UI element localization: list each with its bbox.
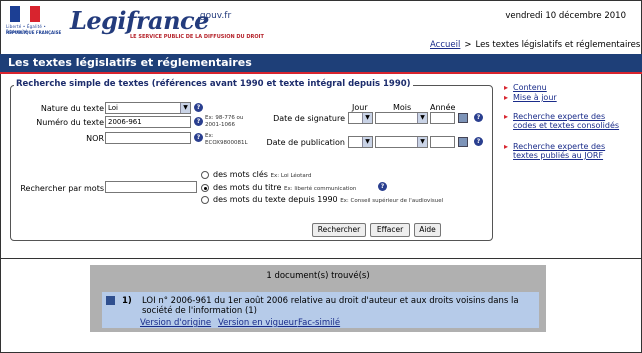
nature-value: Loi (108, 104, 119, 112)
republique-name: RÉPUBLIQUE FRANÇAISE (6, 30, 62, 35)
results-panel: 1 document(s) trouvé(s) 1) LOI n° 2006-9… (90, 265, 546, 332)
col-jour: Jour (352, 103, 368, 112)
dropdown-arrow-icon: ▼ (362, 137, 372, 147)
nor-hint: Ex: ECOX9800081L (205, 133, 248, 146)
site-logo[interactable]: Legifrance (70, 6, 209, 35)
republique-logo: Liberté • Égalité • Fraternité RÉPUBLIQU… (6, 6, 63, 40)
dropdown-arrow-icon: ▼ (417, 113, 427, 123)
result-number: 1) (122, 296, 132, 306)
radio-mots-titre[interactable] (201, 184, 209, 192)
calendar-icon[interactable] (458, 113, 468, 123)
link-version-origine[interactable]: Version d'origine (140, 318, 211, 328)
nor-input[interactable] (105, 132, 191, 144)
nor-label: NOR (86, 134, 104, 143)
document-icon (106, 296, 115, 305)
result-title-link[interactable]: LOI n° 2006-961 du 1er août 2006 relativ… (142, 296, 538, 316)
breadcrumb-current: Les textes législatifs et réglementaires (475, 40, 641, 50)
signature-label: Date de signature (273, 114, 345, 123)
menu-mise-a-jour[interactable]: Mise à jour (504, 93, 557, 102)
radio-mots-titre-label: des mots du titre Ex: liberté communicat… (213, 183, 357, 192)
menu-expert-codes[interactable]: Recherche experte descodes et textes con… (504, 112, 619, 130)
signature-mois-select[interactable]: ▼ (375, 112, 428, 124)
site-tagline: LE SERVICE PUBLIC DE LA DIFFUSION DU DRO… (130, 34, 264, 40)
results-count: 1 document(s) trouvé(s) (266, 271, 370, 281)
col-annee: Année (430, 103, 456, 112)
link-fac-simile[interactable]: Fac-similé (298, 318, 340, 328)
menu-expert-jorf[interactable]: Recherche experte destextes publiés au J… (504, 142, 605, 160)
current-date: vendredi 10 décembre 2010 (505, 11, 626, 21)
col-mois: Mois (393, 103, 412, 112)
help-icon[interactable]: ? (194, 133, 203, 142)
publication-mois-select[interactable]: ▼ (375, 136, 428, 148)
signature-jour-select[interactable]: ▼ (348, 112, 373, 124)
numero-input[interactable]: 2006-961 (105, 116, 191, 128)
numero-label: Numéro du texte (36, 118, 104, 127)
divider (0, 258, 642, 259)
publication-jour-select[interactable]: ▼ (348, 136, 373, 148)
radio-mots-cles-label: des mots clés Ex: Loi Léotard (213, 170, 312, 179)
menu-contenu[interactable]: Contenu (504, 83, 547, 92)
link-version-vigueur[interactable]: Version en vigueur (218, 318, 298, 328)
publication-label: Date de publication (266, 138, 345, 147)
result-item: 1) LOI n° 2006-961 du 1er août 2006 rela… (102, 292, 539, 328)
site-domain: .gouv.fr (197, 11, 232, 21)
radio-mots-texte[interactable] (201, 196, 209, 204)
breadcrumb: Accueil > Les textes législatifs et réglem… (430, 40, 640, 50)
dropdown-arrow-icon: ▼ (417, 137, 427, 147)
breadcrumb-separator: > (464, 40, 472, 50)
calendar-icon[interactable] (458, 137, 468, 147)
help-button[interactable]: Aide (414, 223, 441, 237)
search-legend: Recherche simple de textes (références a… (14, 79, 413, 89)
mots-input[interactable] (105, 181, 197, 193)
publication-annee-input[interactable] (430, 136, 455, 148)
numero-hint: Ex: 98-776 ou 2001-1066 (205, 115, 244, 128)
radio-mots-texte-label: des mots du texte depuis 1990 Ex: Consei… (213, 195, 444, 204)
help-icon[interactable]: ? (194, 117, 203, 126)
dropdown-arrow-icon: ▼ (362, 113, 372, 123)
nature-select[interactable]: Loi ▼ (105, 102, 191, 114)
help-icon[interactable]: ? (474, 137, 483, 146)
dropdown-arrow-icon: ▼ (180, 103, 190, 113)
breadcrumb-home-link[interactable]: Accueil (430, 40, 460, 50)
nature-label: Nature du texte (40, 104, 104, 113)
page-title: Les textes législatifs et réglementaires (0, 54, 642, 74)
help-icon[interactable]: ? (474, 113, 483, 122)
flag-logo (10, 6, 40, 22)
radio-mots-cles[interactable] (201, 171, 209, 179)
clear-button[interactable]: Effacer (370, 223, 410, 237)
help-icon[interactable]: ? (378, 182, 387, 191)
signature-annee-input[interactable] (430, 112, 455, 124)
help-icon[interactable]: ? (194, 103, 203, 112)
mots-label: Rechercher par mots (20, 184, 104, 193)
search-button[interactable]: Rechercher (312, 223, 366, 237)
